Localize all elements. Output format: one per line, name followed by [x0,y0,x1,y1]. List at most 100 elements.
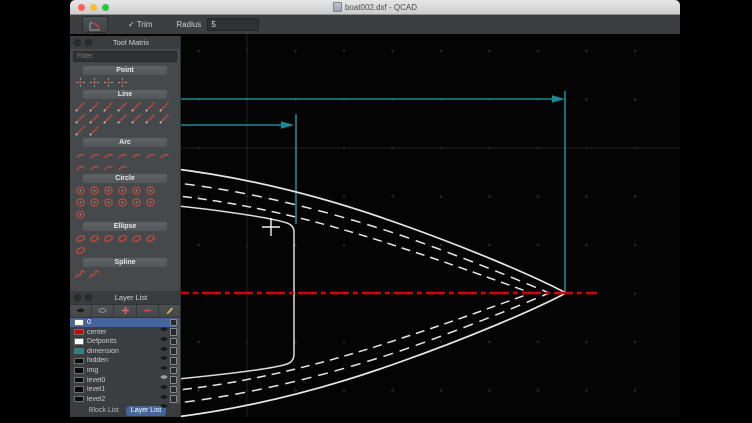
arc-tool-icon[interactable] [115,148,129,160]
line-tool-icon[interactable] [143,112,157,124]
layer-row-img[interactable]: img [70,366,180,376]
ellipse-tool-icon[interactable] [115,232,129,244]
panel-close-icon[interactable] [74,294,81,301]
panel-float-icon[interactable] [85,294,92,301]
circle-tool-icon[interactable] [115,196,129,208]
layer-visibility-eye-icon[interactable] [160,329,168,335]
section-header-spline[interactable]: Spline [83,258,167,267]
trim-checkbox[interactable]: ✓ Trim [128,20,152,29]
layer-color-swatch[interactable] [74,386,84,393]
section-header-point[interactable]: Point [83,66,167,75]
layer-color-swatch[interactable] [74,377,84,384]
circle-tool-icon[interactable] [143,184,157,196]
line-tool-icon[interactable] [129,100,143,112]
layer-scrollbar[interactable] [177,318,180,404]
layer-color-swatch[interactable] [74,367,84,374]
arc-tool-icon[interactable] [87,148,101,160]
layer-color-swatch[interactable] [74,358,84,365]
layer-visibility-eye-icon[interactable] [160,377,168,383]
circle-tool-icon[interactable] [129,184,143,196]
window-titlebar[interactable]: boat002.dxf - QCAD [70,0,680,15]
arc-tool-icon[interactable] [101,160,115,172]
fillet-icon[interactable] [82,16,108,33]
ellipse-tool-icon[interactable] [129,232,143,244]
line-tool-icon[interactable] [73,112,87,124]
ellipse-tool-icon[interactable] [73,232,87,244]
line-tool-icon[interactable] [157,100,171,112]
remove-layer-icon[interactable] [137,305,159,317]
line-tool-icon[interactable] [73,100,87,112]
section-header-ellipse[interactable]: Ellipse [83,222,167,231]
circle-tool-icon[interactable] [73,184,87,196]
section-header-line[interactable]: Line [83,90,167,99]
arc-tool-icon[interactable] [73,160,87,172]
arc-tool-icon[interactable] [143,148,157,160]
layer-list-titlebar[interactable]: Layer List [70,291,180,304]
circle-tool-icon[interactable] [143,196,157,208]
section-header-circle[interactable]: Circle [83,174,167,183]
circle-tool-icon[interactable] [115,184,129,196]
layer-visibility-eye-icon[interactable] [160,358,168,364]
layer-row-dimension[interactable]: dimension [70,346,180,356]
panel-float-icon[interactable] [85,39,92,46]
layer-visibility-eye-icon[interactable] [160,387,168,393]
ellipse-tool-icon[interactable] [87,232,101,244]
layer-row-level2[interactable]: level2 [70,394,180,404]
circle-tool-icon[interactable] [87,196,101,208]
layer-row-level1[interactable]: level1 [70,385,180,395]
layer-row-0[interactable]: 0 [70,318,180,328]
section-header-arc[interactable]: Arc [83,138,167,147]
layer-lock-icon[interactable] [170,367,178,375]
tool-matrix-titlebar[interactable]: Tool Matrix [70,36,180,49]
ellipse-tool-icon[interactable] [143,232,157,244]
circle-tool-icon[interactable] [73,196,87,208]
line-tool-icon[interactable] [115,112,129,124]
layer-row-level0[interactable]: level0 [70,375,180,385]
layer-lock-icon[interactable] [170,328,178,336]
layer-lock-icon[interactable] [170,319,178,327]
layer-lock-icon[interactable] [170,357,178,365]
layer-row-hidden[interactable]: hidden [70,356,180,366]
layer-color-swatch[interactable] [74,348,84,355]
layer-color-swatch[interactable] [74,338,84,345]
layer-row-Defpoints[interactable]: Defpoints [70,337,180,347]
layer-visibility-eye-icon[interactable] [160,339,168,345]
layer-lock-icon[interactable] [170,347,178,355]
layer-color-swatch[interactable] [74,396,84,403]
arc-tool-icon[interactable] [115,160,129,172]
point-tool-icon[interactable] [115,76,129,88]
line-tool-icon[interactable] [157,112,171,124]
arc-tool-icon[interactable] [101,148,115,160]
line-tool-icon[interactable] [129,112,143,124]
point-tool-icon[interactable] [101,76,115,88]
circle-tool-icon[interactable] [73,208,87,220]
line-tool-icon[interactable] [101,112,115,124]
tool-filter-input[interactable] [73,51,177,62]
layer-lock-icon[interactable] [170,338,178,346]
edit-layer-icon[interactable] [159,305,180,317]
line-tool-icon[interactable] [87,100,101,112]
layer-lock-icon[interactable] [170,395,178,403]
panel-close-icon[interactable] [74,39,81,46]
show-all-layers-icon[interactable] [70,305,92,317]
circle-tool-icon[interactable] [87,184,101,196]
arc-tool-icon[interactable] [73,148,87,160]
ellipse-tool-icon[interactable] [101,232,115,244]
layer-visibility-eye-icon[interactable] [160,348,168,354]
point-tool-icon[interactable] [87,76,101,88]
line-tool-icon[interactable] [115,100,129,112]
radius-input[interactable] [207,18,259,31]
layer-lock-icon[interactable] [170,376,178,384]
hide-all-layers-icon[interactable] [92,305,114,317]
tab-block-list[interactable]: Block List [84,406,124,416]
arc-tool-icon[interactable] [157,148,171,160]
layer-visibility-eye-icon[interactable] [160,396,168,402]
arc-tool-icon[interactable] [87,160,101,172]
circle-tool-icon[interactable] [101,184,115,196]
circle-tool-icon[interactable] [101,196,115,208]
add-layer-icon[interactable] [114,305,136,317]
layer-color-swatch[interactable] [74,329,84,336]
circle-tool-icon[interactable] [129,196,143,208]
spline-tool-icon[interactable] [73,268,87,280]
line-tool-icon[interactable] [101,100,115,112]
